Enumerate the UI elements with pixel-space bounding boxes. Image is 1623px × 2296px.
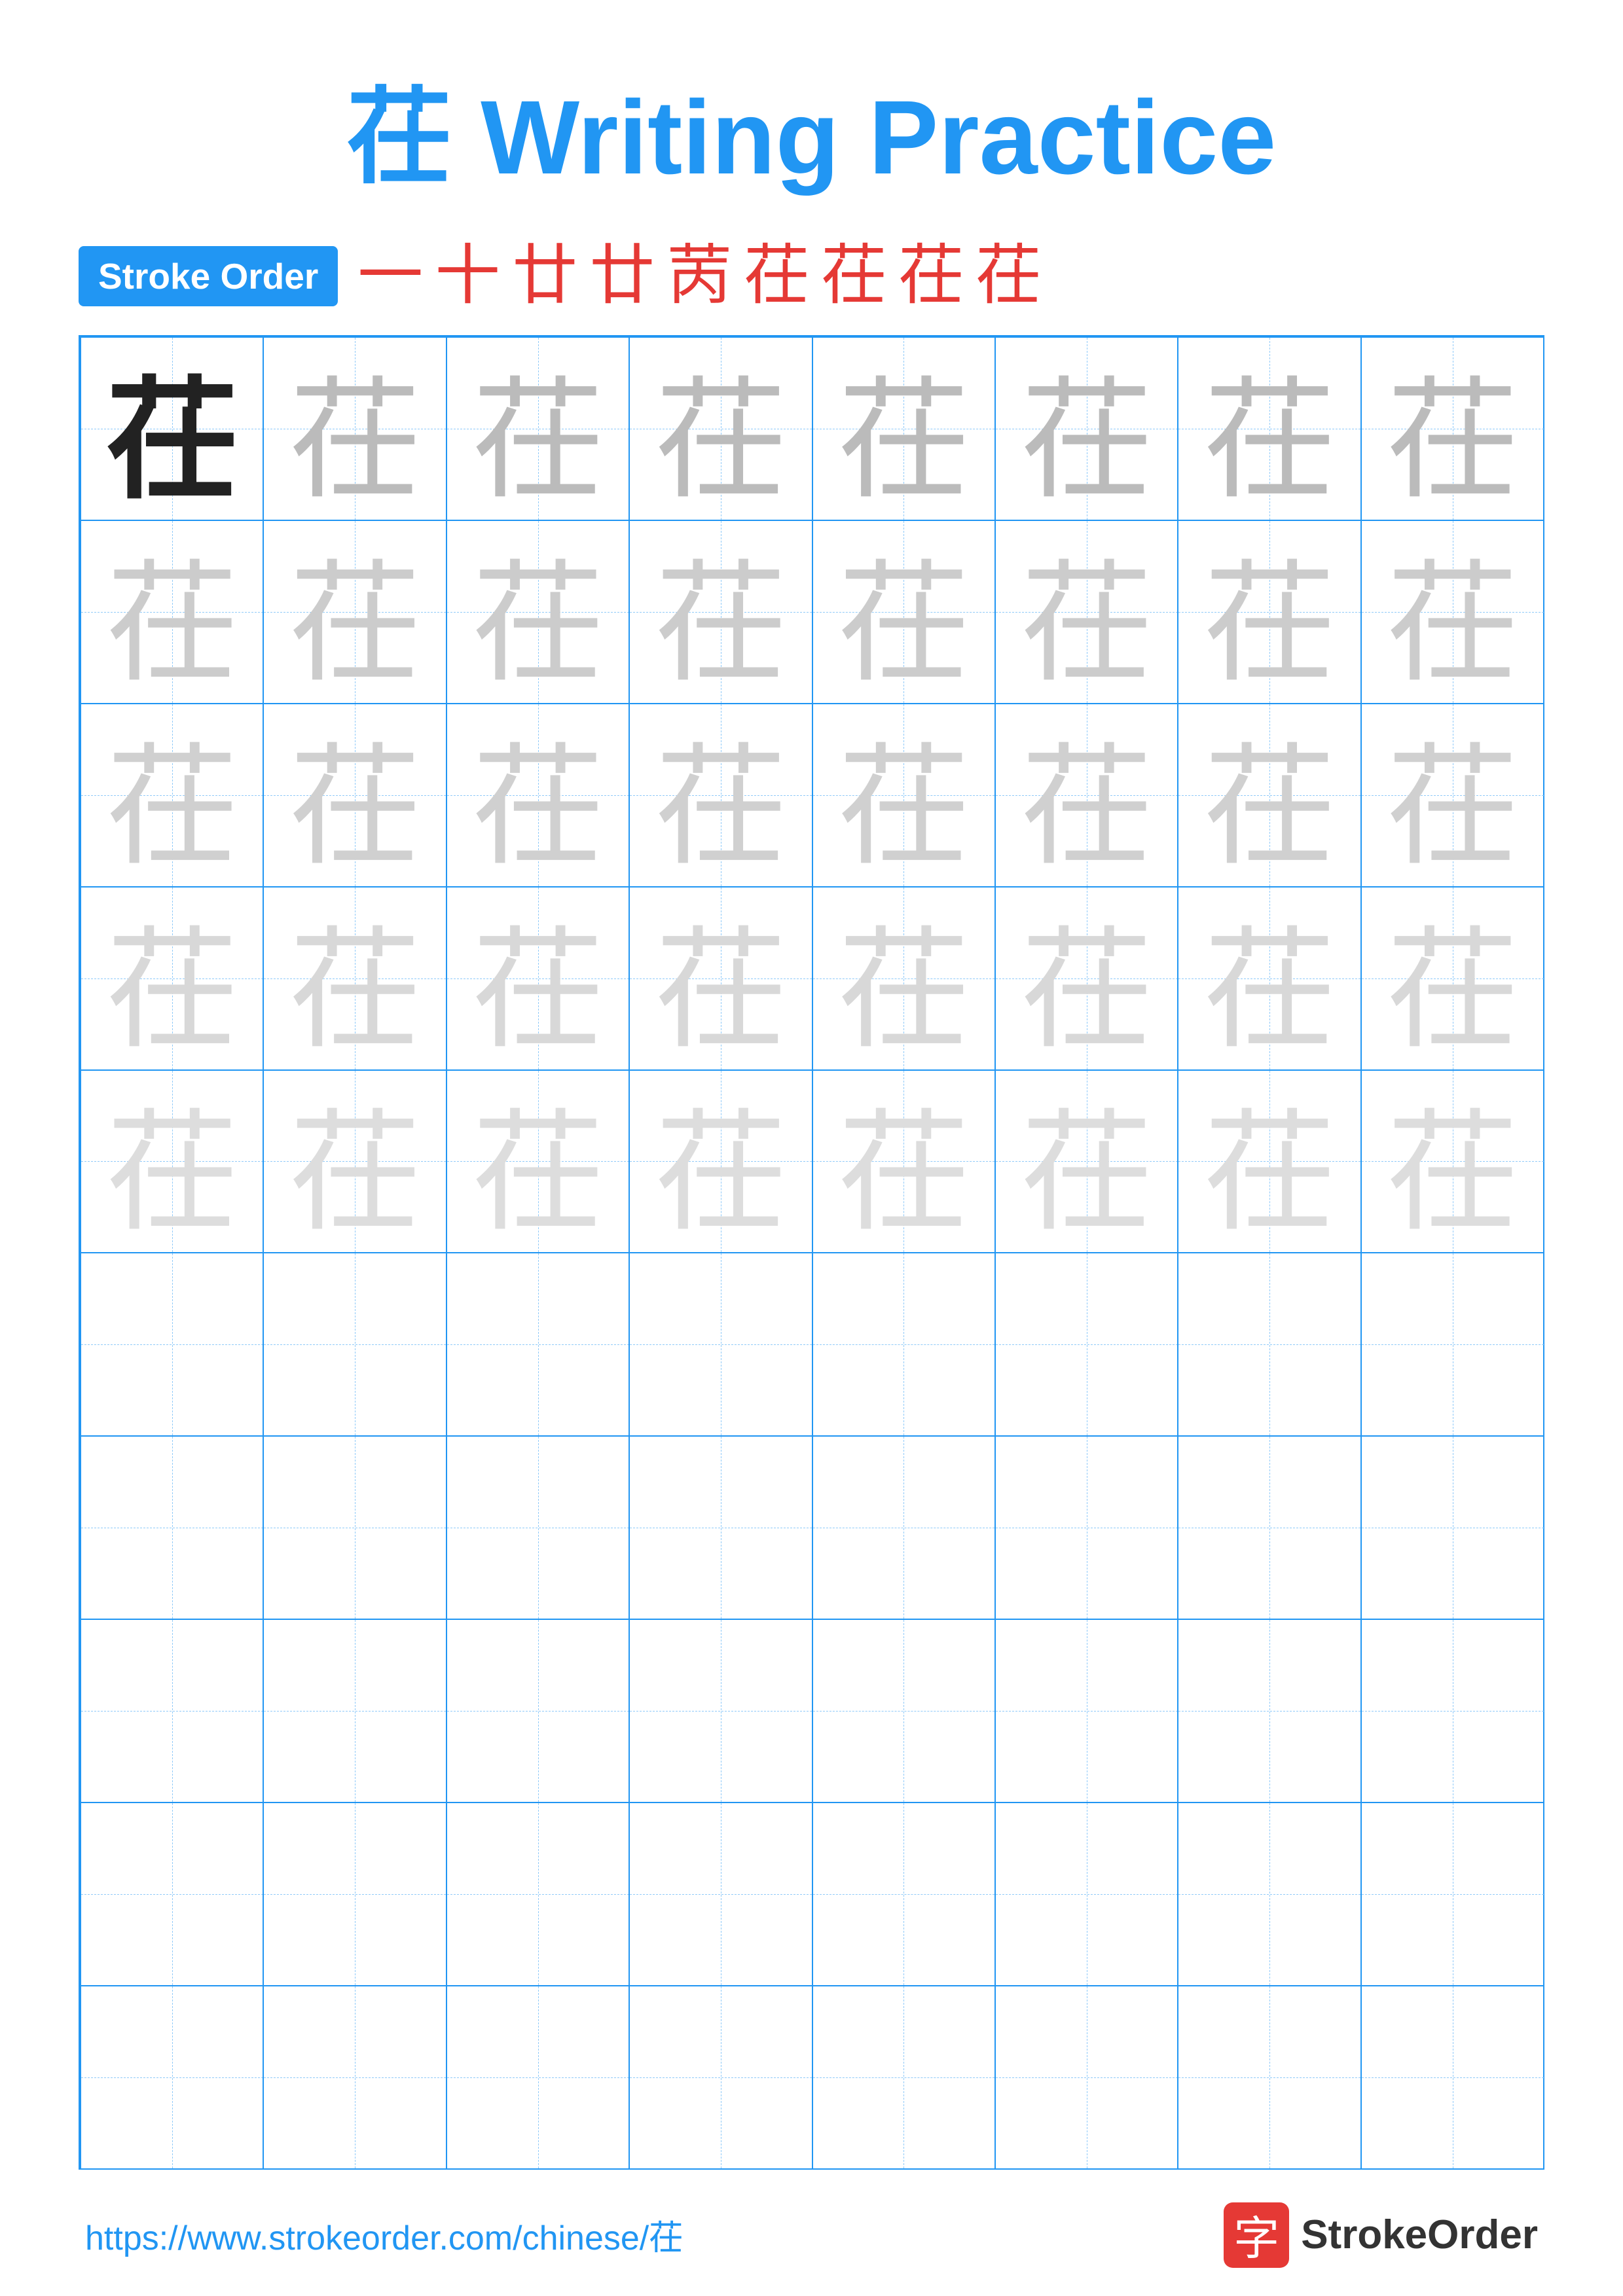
grid-cell[interactable] [629, 1619, 812, 1802]
grid-cell[interactable]: 茌 [1360, 1069, 1544, 1253]
grid-cell[interactable]: 茌 [446, 336, 629, 520]
grid-cell[interactable] [629, 1435, 812, 1619]
grid-cell[interactable] [1177, 1435, 1360, 1619]
grid-cell[interactable]: 茌 [263, 703, 446, 886]
grid-cell[interactable] [1360, 1252, 1544, 1435]
grid-cell[interactable] [263, 1985, 446, 2168]
grid-cell[interactable]: 茌 [812, 336, 995, 520]
grid-cell[interactable]: 茌 [1177, 886, 1360, 1069]
grid-cell[interactable] [263, 1252, 446, 1435]
grid-cell[interactable] [80, 1619, 263, 1802]
grid-cell[interactable] [994, 1252, 1178, 1435]
grid-cell[interactable]: 茌 [994, 886, 1178, 1069]
grid-cell[interactable] [994, 1435, 1178, 1619]
grid-cell[interactable]: 茌 [446, 886, 629, 1069]
grid-cell[interactable] [1177, 1985, 1360, 2168]
grid-cell[interactable]: 茌 [263, 1069, 446, 1253]
grid-cell[interactable]: 茌 [812, 520, 995, 703]
grid-cell[interactable]: 茌 [1360, 520, 1544, 703]
grid-cell[interactable]: 茌 [80, 1069, 263, 1253]
grid-cell[interactable] [80, 1435, 263, 1619]
grid-cell[interactable] [1360, 1985, 1544, 2168]
grid-cell[interactable]: 茌 [629, 1069, 812, 1253]
stroke-order-row: Stroke Order 一 十 廿 廿 苪 茌 茌 茌 茌 [79, 243, 1544, 309]
grid-cell[interactable]: 茌 [629, 703, 812, 886]
grid-cell[interactable]: 茌 [994, 336, 1178, 520]
grid-cell[interactable]: 茌 [80, 886, 263, 1069]
grid-cell[interactable] [994, 1802, 1178, 1985]
footer-logo: 字 StrokeOrder [1224, 2202, 1538, 2268]
grid-cell[interactable]: 茌 [1177, 703, 1360, 886]
grid-cell[interactable]: 茌 [629, 336, 812, 520]
grid-cell[interactable]: 茌 [1177, 520, 1360, 703]
logo-icon: 字 [1224, 2202, 1289, 2268]
practice-grid: 茌茌茌茌茌茌茌茌茌茌茌茌茌茌茌茌茌茌茌茌茌茌茌茌茌茌茌茌茌茌茌茌茌茌茌茌茌茌茌茌 [79, 335, 1544, 2170]
grid-cell[interactable] [629, 1985, 812, 2168]
grid-cell[interactable]: 茌 [1177, 1069, 1360, 1253]
stroke-order-badge: Stroke Order [79, 246, 338, 306]
grid-cell[interactable] [1177, 1619, 1360, 1802]
grid-cell[interactable]: 茌 [812, 1069, 995, 1253]
grid-cell[interactable] [812, 1985, 995, 2168]
grid-cell[interactable] [812, 1619, 995, 1802]
grid-cell[interactable]: 茌 [80, 520, 263, 703]
grid-cell[interactable] [994, 1619, 1178, 1802]
grid-cell[interactable] [1360, 1619, 1544, 1802]
grid-cell[interactable] [812, 1802, 995, 1985]
grid-cell[interactable]: 茌 [812, 886, 995, 1069]
grid-cell[interactable] [812, 1252, 995, 1435]
grid-cell[interactable]: 茌 [1360, 886, 1544, 1069]
grid-cell[interactable] [629, 1252, 812, 1435]
page-title: 茌 Writing Practice [347, 52, 1277, 204]
grid-cell[interactable]: 茌 [263, 520, 446, 703]
grid-cell[interactable] [1177, 1252, 1360, 1435]
footer-url: https://www.strokeorder.com/chinese/茌 [85, 2210, 683, 2259]
grid-cell[interactable]: 茌 [1360, 703, 1544, 886]
grid-cell[interactable] [446, 1985, 629, 2168]
grid-cell[interactable]: 茌 [446, 703, 629, 886]
grid-cell[interactable] [1360, 1435, 1544, 1619]
grid-cell[interactable]: 茌 [629, 520, 812, 703]
grid-cell[interactable] [1177, 1802, 1360, 1985]
grid-cell[interactable]: 茌 [629, 886, 812, 1069]
grid-cell[interactable]: 茌 [994, 703, 1178, 886]
grid-cell[interactable] [812, 1435, 995, 1619]
footer: https://www.strokeorder.com/chinese/茌 字 … [79, 2202, 1544, 2268]
grid-cell[interactable]: 茌 [446, 520, 629, 703]
page: 茌 Writing Practice Stroke Order 一 十 廿 廿 … [0, 0, 1623, 2296]
grid-cell[interactable]: 茌 [80, 703, 263, 886]
grid-cell[interactable] [446, 1619, 629, 1802]
grid-cell[interactable] [80, 1252, 263, 1435]
grid-cell[interactable] [263, 1619, 446, 1802]
grid-cell[interactable]: 茌 [263, 886, 446, 1069]
stroke-order-chars: 一 十 廿 廿 苪 茌 茌 茌 茌 [357, 243, 1041, 309]
grid-cell[interactable] [80, 1985, 263, 2168]
grid-cell[interactable] [263, 1802, 446, 1985]
grid-cell[interactable] [994, 1985, 1178, 2168]
grid-cell[interactable]: 茌 [80, 336, 263, 520]
grid-cell[interactable]: 茌 [994, 520, 1178, 703]
grid-cell[interactable] [446, 1435, 629, 1619]
grid-cell[interactable] [446, 1802, 629, 1985]
grid-cell[interactable] [446, 1252, 629, 1435]
grid-cell[interactable]: 茌 [263, 336, 446, 520]
grid-cell[interactable]: 茌 [1360, 336, 1544, 520]
grid-cell[interactable] [80, 1802, 263, 1985]
grid-cell[interactable]: 茌 [446, 1069, 629, 1253]
grid-cell[interactable] [263, 1435, 446, 1619]
grid-cell[interactable]: 茌 [812, 703, 995, 886]
grid-cell[interactable]: 茌 [1177, 336, 1360, 520]
logo-text: StrokeOrder [1301, 2212, 1538, 2258]
grid-cell[interactable]: 茌 [994, 1069, 1178, 1253]
grid-cell[interactable] [629, 1802, 812, 1985]
grid-cell[interactable] [1360, 1802, 1544, 1985]
